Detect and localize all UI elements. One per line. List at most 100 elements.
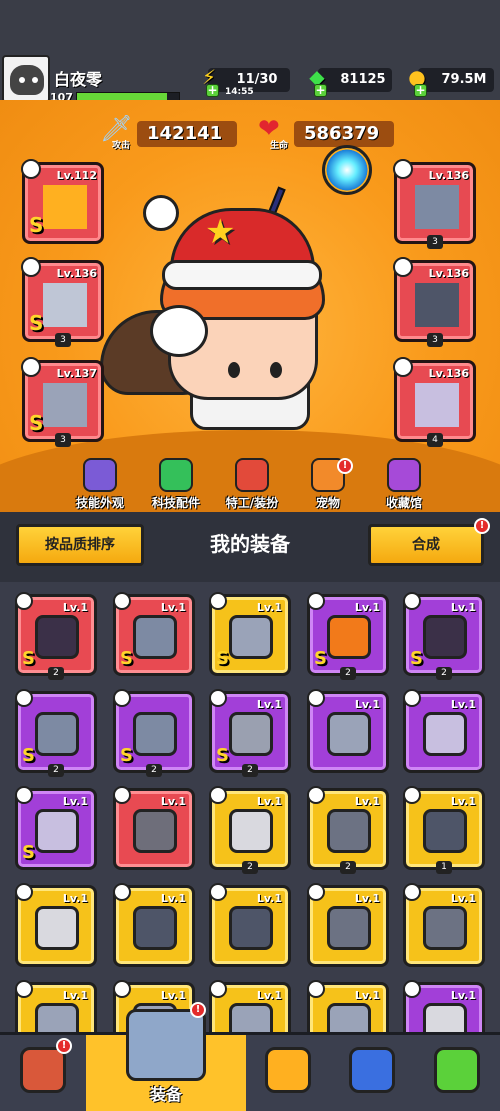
equipped-slot[interactable]: Lv.136 3: [393, 257, 476, 347]
slot-type-icon: [113, 980, 131, 998]
item-level: Lv.1: [450, 892, 476, 905]
item-count: 4: [427, 433, 443, 447]
item-grade: S: [120, 648, 133, 669]
gauntlet-icon: [229, 615, 273, 659]
item-level: Lv.1: [354, 989, 380, 1002]
spiked-belt-icon: [229, 906, 273, 950]
equipment-item[interactable]: Lv.1: [307, 689, 389, 773]
energy-timer: 14:55: [225, 87, 254, 97]
skill-skin-icon: [83, 458, 117, 492]
equipment-item[interactable]: Lv.1: [113, 883, 195, 967]
equipment-item[interactable]: Lv.1 S: [209, 592, 291, 676]
equipment-item[interactable]: Lv.1 2: [307, 786, 389, 874]
slot-type-icon: [403, 980, 421, 998]
item-level: Lv.112: [56, 169, 97, 182]
boots-icon: [423, 712, 467, 756]
item-level: Lv.1: [354, 892, 380, 905]
item-count: 2: [48, 764, 64, 777]
collection-icon: [387, 458, 421, 492]
equipped-slot[interactable]: Lv.136 S 3: [21, 257, 104, 347]
equipment-item[interactable]: S2: [15, 689, 97, 777]
star-necklace-icon: [43, 283, 87, 327]
equipment-item[interactable]: Lv.1: [403, 689, 485, 773]
item-level: Lv.136: [428, 267, 469, 280]
menu-item-agent-costume[interactable]: 特工/装扮: [214, 458, 290, 511]
slot-type-icon: [21, 357, 41, 377]
menu-item-pet[interactable]: 宠物: [290, 458, 366, 511]
item-level: Lv.1: [450, 601, 476, 614]
equipment-title: 我的装备: [210, 532, 290, 556]
gauntlet-icon: [327, 1003, 371, 1032]
equipment-item[interactable]: Lv.1: [209, 980, 291, 1032]
item-grade: S: [22, 745, 35, 766]
avatar-eye: [32, 77, 38, 83]
item-grade: S: [216, 745, 229, 766]
equipment-item[interactable]: Lv.1: [15, 883, 97, 967]
slot-type-icon: [307, 980, 325, 998]
equipment-item[interactable]: Lv.1: [307, 883, 389, 967]
equipment-item[interactable]: Lv.1 1: [403, 786, 485, 874]
item-level: Lv.136: [428, 169, 469, 182]
sort-by-quality-button[interactable]: 按品质排序: [16, 524, 144, 566]
item-level: Lv.1: [62, 795, 88, 808]
add-energy-button[interactable]: +: [206, 84, 219, 97]
equipment-item[interactable]: Lv.1: [403, 883, 485, 967]
slot-type-icon: [113, 883, 131, 901]
merge-button[interactable]: 合成: [368, 524, 484, 566]
player-avatar[interactable]: [2, 55, 50, 103]
nav-tab-equipment[interactable]: 装备: [86, 1009, 246, 1111]
add-gold-button[interactable]: +: [414, 84, 427, 97]
armor-icon: [133, 712, 177, 756]
equipped-slot[interactable]: Lv.136 4: [393, 357, 476, 447]
menu-item-collection[interactable]: 收藏馆: [366, 458, 442, 511]
item-grade: S: [22, 842, 35, 863]
star-icon: ★: [205, 212, 236, 252]
spiked-belt-icon: [415, 283, 459, 327]
equipment-item[interactable]: Lv.1: [307, 980, 389, 1032]
armor-icon: [133, 615, 177, 659]
evolve-icon: [434, 1047, 480, 1093]
equipment-item[interactable]: Lv.1 S 2: [15, 592, 97, 680]
item-level: Lv.1: [354, 601, 380, 614]
hero-eye: [270, 362, 282, 378]
energy-value: 11/30: [236, 72, 278, 87]
item-count: 3: [55, 433, 71, 447]
item-level: Lv.1: [354, 698, 380, 711]
item-level: Lv.1: [160, 989, 186, 1002]
add-gems-button[interactable]: +: [314, 84, 327, 97]
equipment-item[interactable]: Lv.1 2: [209, 786, 291, 874]
equipment-item[interactable]: Lv.1: [403, 980, 485, 1032]
item-level: Lv.1: [62, 601, 88, 614]
equipment-item[interactable]: S2: [113, 689, 195, 777]
slot-type-icon: [15, 689, 33, 707]
slot-type-icon: [307, 786, 325, 804]
item-count: 2: [146, 764, 162, 777]
spiked-belt-icon: [133, 906, 177, 950]
equipment-item[interactable]: Lv.1 S 2: [307, 592, 389, 680]
menu-item-skill-skin[interactable]: 技能外观: [62, 458, 138, 511]
nav-tab-shop[interactable]: [0, 1035, 86, 1111]
menu-item-tech-parts[interactable]: 科技配件: [138, 458, 214, 511]
avatar-eye: [19, 77, 25, 83]
boots-icon: [415, 383, 459, 427]
equipment-item[interactable]: Lv.1 S 2: [209, 689, 291, 777]
slot-type-icon: [393, 257, 413, 277]
equipped-slot[interactable]: Lv.137 S 3: [21, 357, 104, 447]
item-level: Lv.136: [56, 267, 97, 280]
slot-type-icon: [307, 689, 325, 707]
equipment-item[interactable]: Lv.1: [113, 786, 195, 870]
nav-tab-talent[interactable]: [330, 1035, 414, 1111]
nav-tab-evolve[interactable]: [414, 1035, 500, 1111]
equipment-item[interactable]: Lv.1: [209, 883, 291, 967]
player-name: 白夜零: [54, 70, 103, 89]
equipment-item[interactable]: Lv.1: [15, 980, 97, 1032]
equipment-item[interactable]: Lv.1 S 2: [403, 592, 485, 680]
equipped-slot[interactable]: Lv.136 3: [393, 159, 476, 249]
slot-type-icon: [403, 883, 421, 901]
equipment-item[interactable]: Lv.1 S: [15, 786, 97, 870]
equipment-item[interactable]: Lv.1 S: [113, 592, 195, 676]
item-count: 2: [48, 667, 64, 680]
equipped-slot[interactable]: Lv.112 S: [21, 159, 104, 244]
nav-tab-battle[interactable]: [246, 1035, 330, 1111]
item-level: Lv.1: [450, 698, 476, 711]
